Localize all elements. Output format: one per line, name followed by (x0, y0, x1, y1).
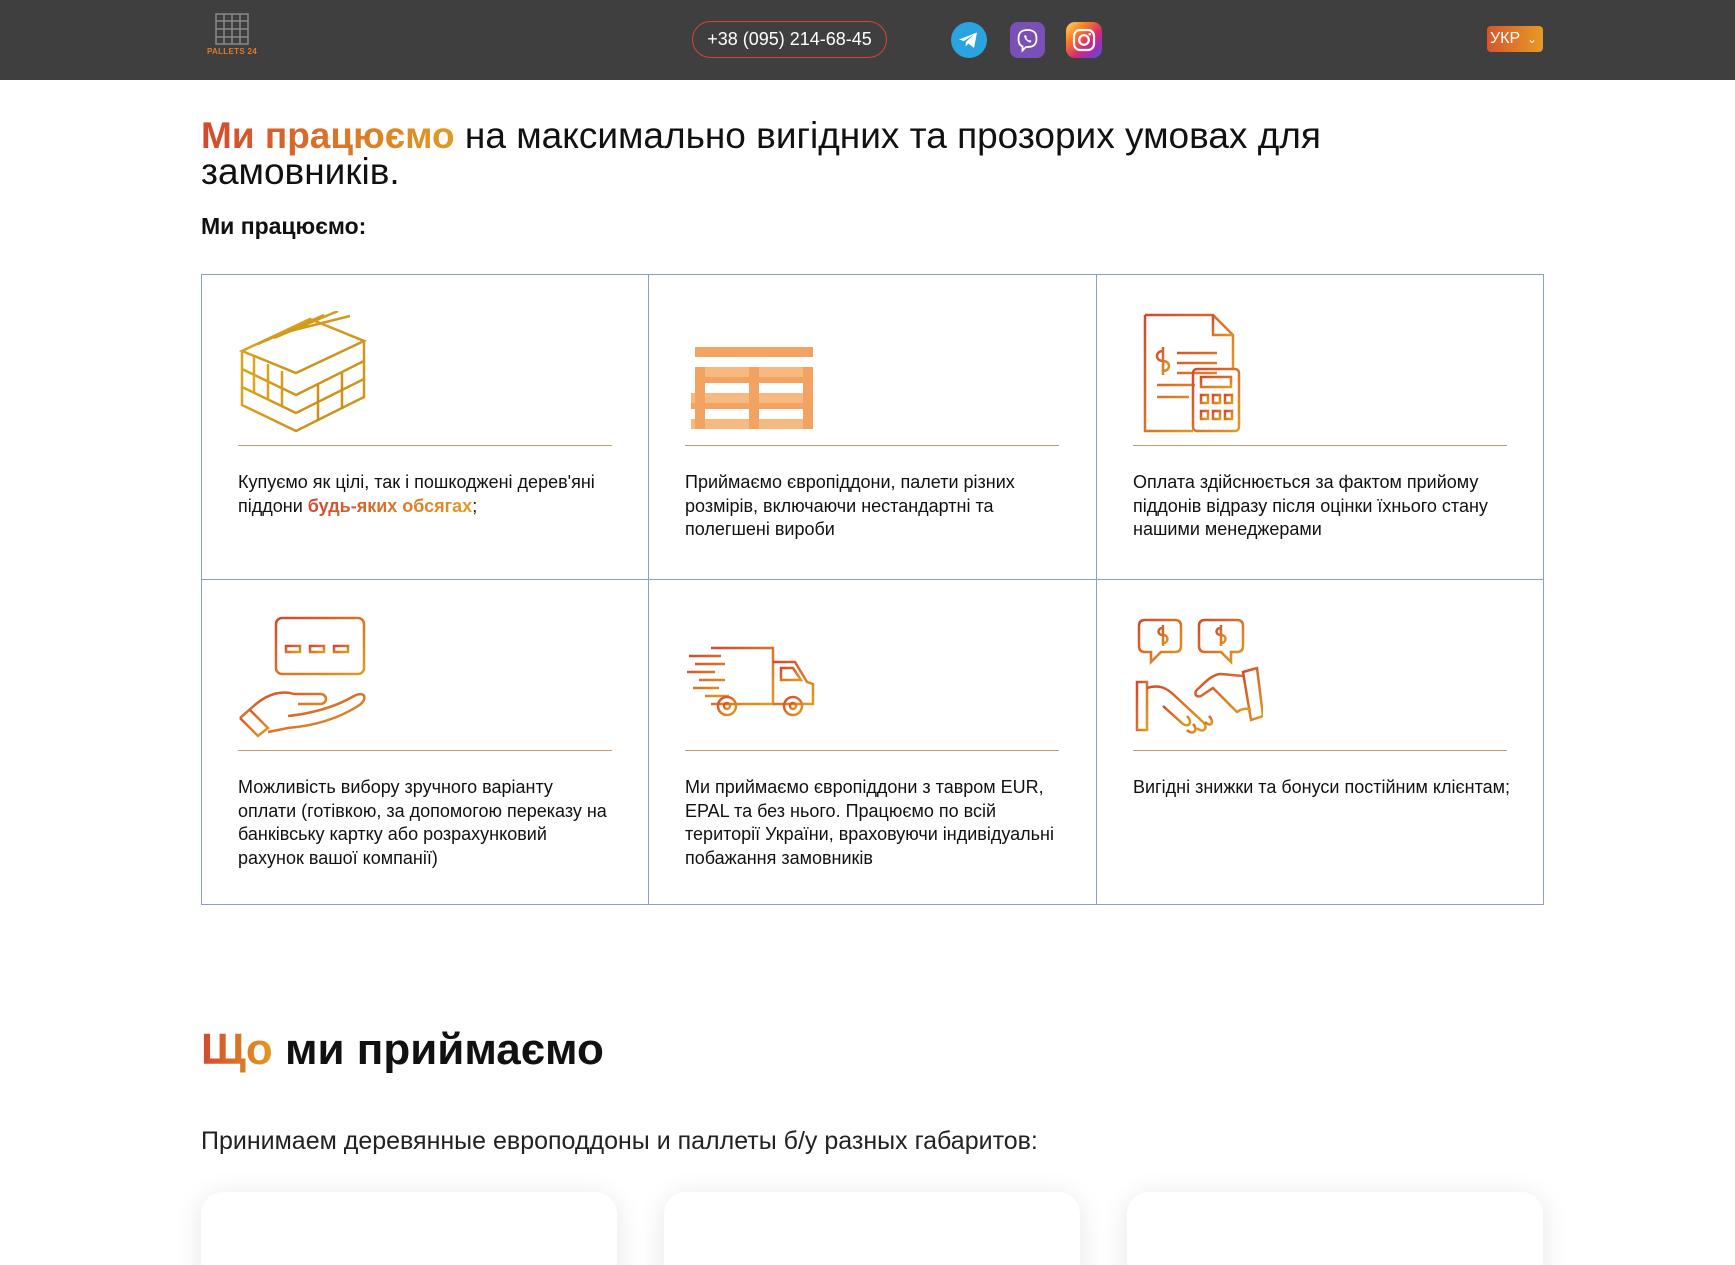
divider (238, 445, 612, 446)
pallet-stack-icon (238, 311, 368, 433)
language-label: УКР (1490, 30, 1521, 47)
title-accent: Ми працюємо (201, 115, 455, 156)
logo-icon (215, 13, 249, 45)
divider (238, 750, 612, 751)
divider (1133, 750, 1507, 751)
title-accent: Що (201, 1025, 273, 1074)
feature-text-part: ; (472, 495, 478, 516)
section-subtitle: Ми працюємо: (201, 213, 367, 239)
feature-card: Вигідні знижки та бонуси постійним клієн… (1097, 580, 1543, 904)
feature-card: Купуємо як цілі, так і пошкоджені дерев'… (202, 275, 649, 580)
feature-text: Купуємо як цілі, так і пошкоджені дерев'… (238, 471, 616, 518)
feature-highlight: будь-яких обсягах (307, 495, 473, 516)
viber-icon[interactable] (1010, 22, 1045, 58)
card-in-hand-icon (239, 616, 366, 738)
features-grid: Купуємо як цілі, так і пошкоджені дерев'… (201, 274, 1544, 905)
language-select[interactable]: УКР ⌄ (1487, 26, 1543, 52)
section-title: Ми працюємо на максимально вигідних та п… (201, 115, 1441, 190)
section-title: Що ми приймаємо (201, 1025, 604, 1075)
chevron-down-icon: ⌄ (1526, 32, 1537, 46)
invoice-calculator-icon (1143, 313, 1241, 433)
telegram-icon[interactable] (951, 22, 987, 58)
feature-text: Оплата здійснюється за фактом прийому пі… (1133, 472, 1488, 539)
feature-text: Приймаємо європіддони, палети різних роз… (685, 472, 1015, 539)
feature-card: Оплата здійснюється за фактом прийому пі… (1097, 275, 1543, 580)
title-rest: ми приймаємо (272, 1025, 604, 1074)
divider (1133, 445, 1507, 446)
feature-text: Можливість вибору зручного варіанту опла… (238, 777, 607, 868)
feature-card: Ми приймаємо європіддони з тавром EUR, E… (649, 580, 1097, 904)
handshake-icon (1135, 618, 1263, 734)
feature-card: Можливість вибору зручного варіанту опла… (202, 580, 649, 904)
site-header: PALLETS 24 +38 (095) 214-68-45 УКР ⌄ (0, 0, 1735, 80)
divider (685, 750, 1059, 751)
instagram-icon[interactable] (1066, 22, 1102, 58)
europallet-icon (691, 347, 813, 429)
product-card[interactable] (664, 1192, 1080, 1265)
phone-button[interactable]: +38 (095) 214-68-45 (692, 21, 887, 58)
feature-card: Приймаємо європіддони, палети різних роз… (649, 275, 1097, 580)
divider (685, 445, 1059, 446)
feature-text: Ми приймаємо європіддони з тавром EUR, E… (685, 777, 1054, 868)
logo-text: PALLETS 24 (207, 47, 257, 56)
delivery-truck-icon (687, 646, 815, 717)
logo[interactable]: PALLETS 24 (207, 13, 257, 59)
section-paragraph: Принимаем деревянные европоддоны и палле… (201, 1127, 1038, 1155)
product-card[interactable] (201, 1192, 617, 1265)
product-card[interactable] (1127, 1192, 1543, 1265)
feature-text: Вигідні знижки та бонуси постійним клієн… (1133, 777, 1511, 797)
